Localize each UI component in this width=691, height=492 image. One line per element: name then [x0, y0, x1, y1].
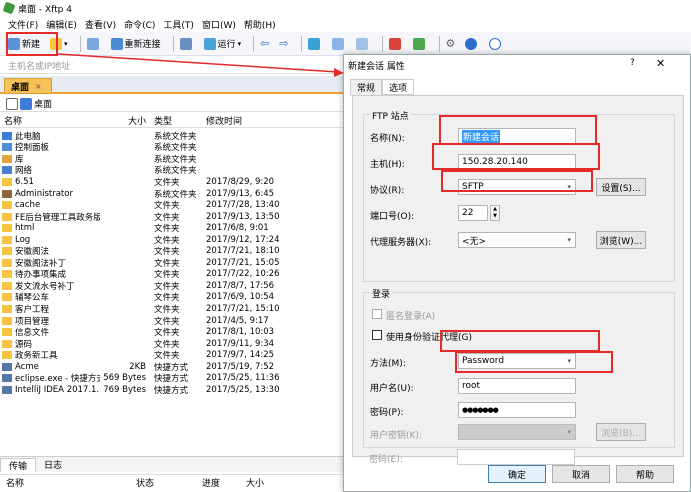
- annotation-arrow-line: [57, 53, 339, 73]
- annotation-box-username: [440, 330, 600, 352]
- annotation-arrow: [57, 53, 344, 77]
- annotation-arrow-head: [334, 68, 344, 77]
- annotation-box-protocol: [441, 170, 593, 192]
- annotation-box-name: [439, 115, 597, 145]
- annotation-box-host: [432, 143, 600, 170]
- annotation-box-password: [455, 351, 613, 373]
